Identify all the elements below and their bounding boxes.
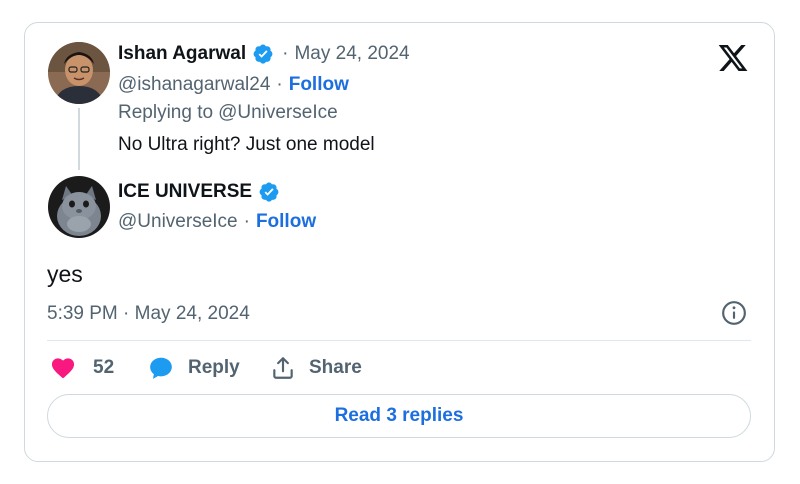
reply-separator: · — [282, 43, 289, 64]
share-button[interactable]: Share — [270, 354, 362, 382]
main-author-row: ICE UNIVERSE — [118, 179, 280, 205]
share-label: Share — [309, 357, 362, 378]
verified-badge-icon — [259, 182, 279, 202]
main-author-name[interactable]: ICE UNIVERSE — [118, 181, 252, 203]
replying-to-row: Replying to @UniverseIce — [118, 101, 338, 125]
replying-to-prefix: Replying to — [118, 102, 214, 123]
info-icon[interactable] — [721, 300, 747, 326]
main-tweet-text: yes — [47, 260, 83, 287]
verified-badge-icon — [253, 44, 273, 64]
main-handle-separator: · — [243, 211, 250, 232]
read-replies-button[interactable]: Read 3 replies — [47, 394, 751, 438]
share-upload-icon — [273, 357, 293, 379]
reply-author-row: Ishan Agarwal · May 24, 2024 — [118, 42, 410, 66]
reply-tweet-text: No Ultra right? Just one model — [118, 134, 375, 155]
follow-ishan-button[interactable]: Follow — [289, 74, 349, 96]
reply-date[interactable]: May 24, 2024 — [294, 43, 409, 65]
follow-ice-universe-button[interactable]: Follow — [256, 211, 316, 233]
main-author-handle[interactable]: @UniverseIce — [118, 211, 238, 233]
reply-handle-separator: · — [276, 74, 283, 95]
chat-bubble-icon — [150, 357, 172, 379]
reply-author-handle[interactable]: @ishanagarwal24 — [118, 74, 270, 96]
reply-handle-row: @ishanagarwal24 · Follow — [118, 73, 349, 97]
main-handle-row: @UniverseIce · Follow — [118, 210, 316, 234]
tweet-timestamp[interactable]: 5:39 PM · May 24, 2024 — [47, 301, 250, 327]
heart-icon — [51, 358, 75, 379]
replying-to-handle[interactable]: @UniverseIce — [218, 102, 338, 124]
avatar-ishan[interactable] — [48, 42, 110, 104]
likes-count: 52 — [93, 357, 115, 378]
reply-button[interactable]: Reply — [148, 354, 240, 382]
avatar-ice-universe[interactable] — [48, 176, 110, 238]
thread-connector-line — [78, 108, 80, 170]
x-logo-icon[interactable] — [716, 42, 750, 74]
actions-divider — [47, 340, 751, 341]
like-button[interactable]: 52 — [50, 354, 114, 382]
reply-author-name[interactable]: Ishan Agarwal — [118, 43, 246, 65]
reply-label: Reply — [188, 357, 240, 378]
